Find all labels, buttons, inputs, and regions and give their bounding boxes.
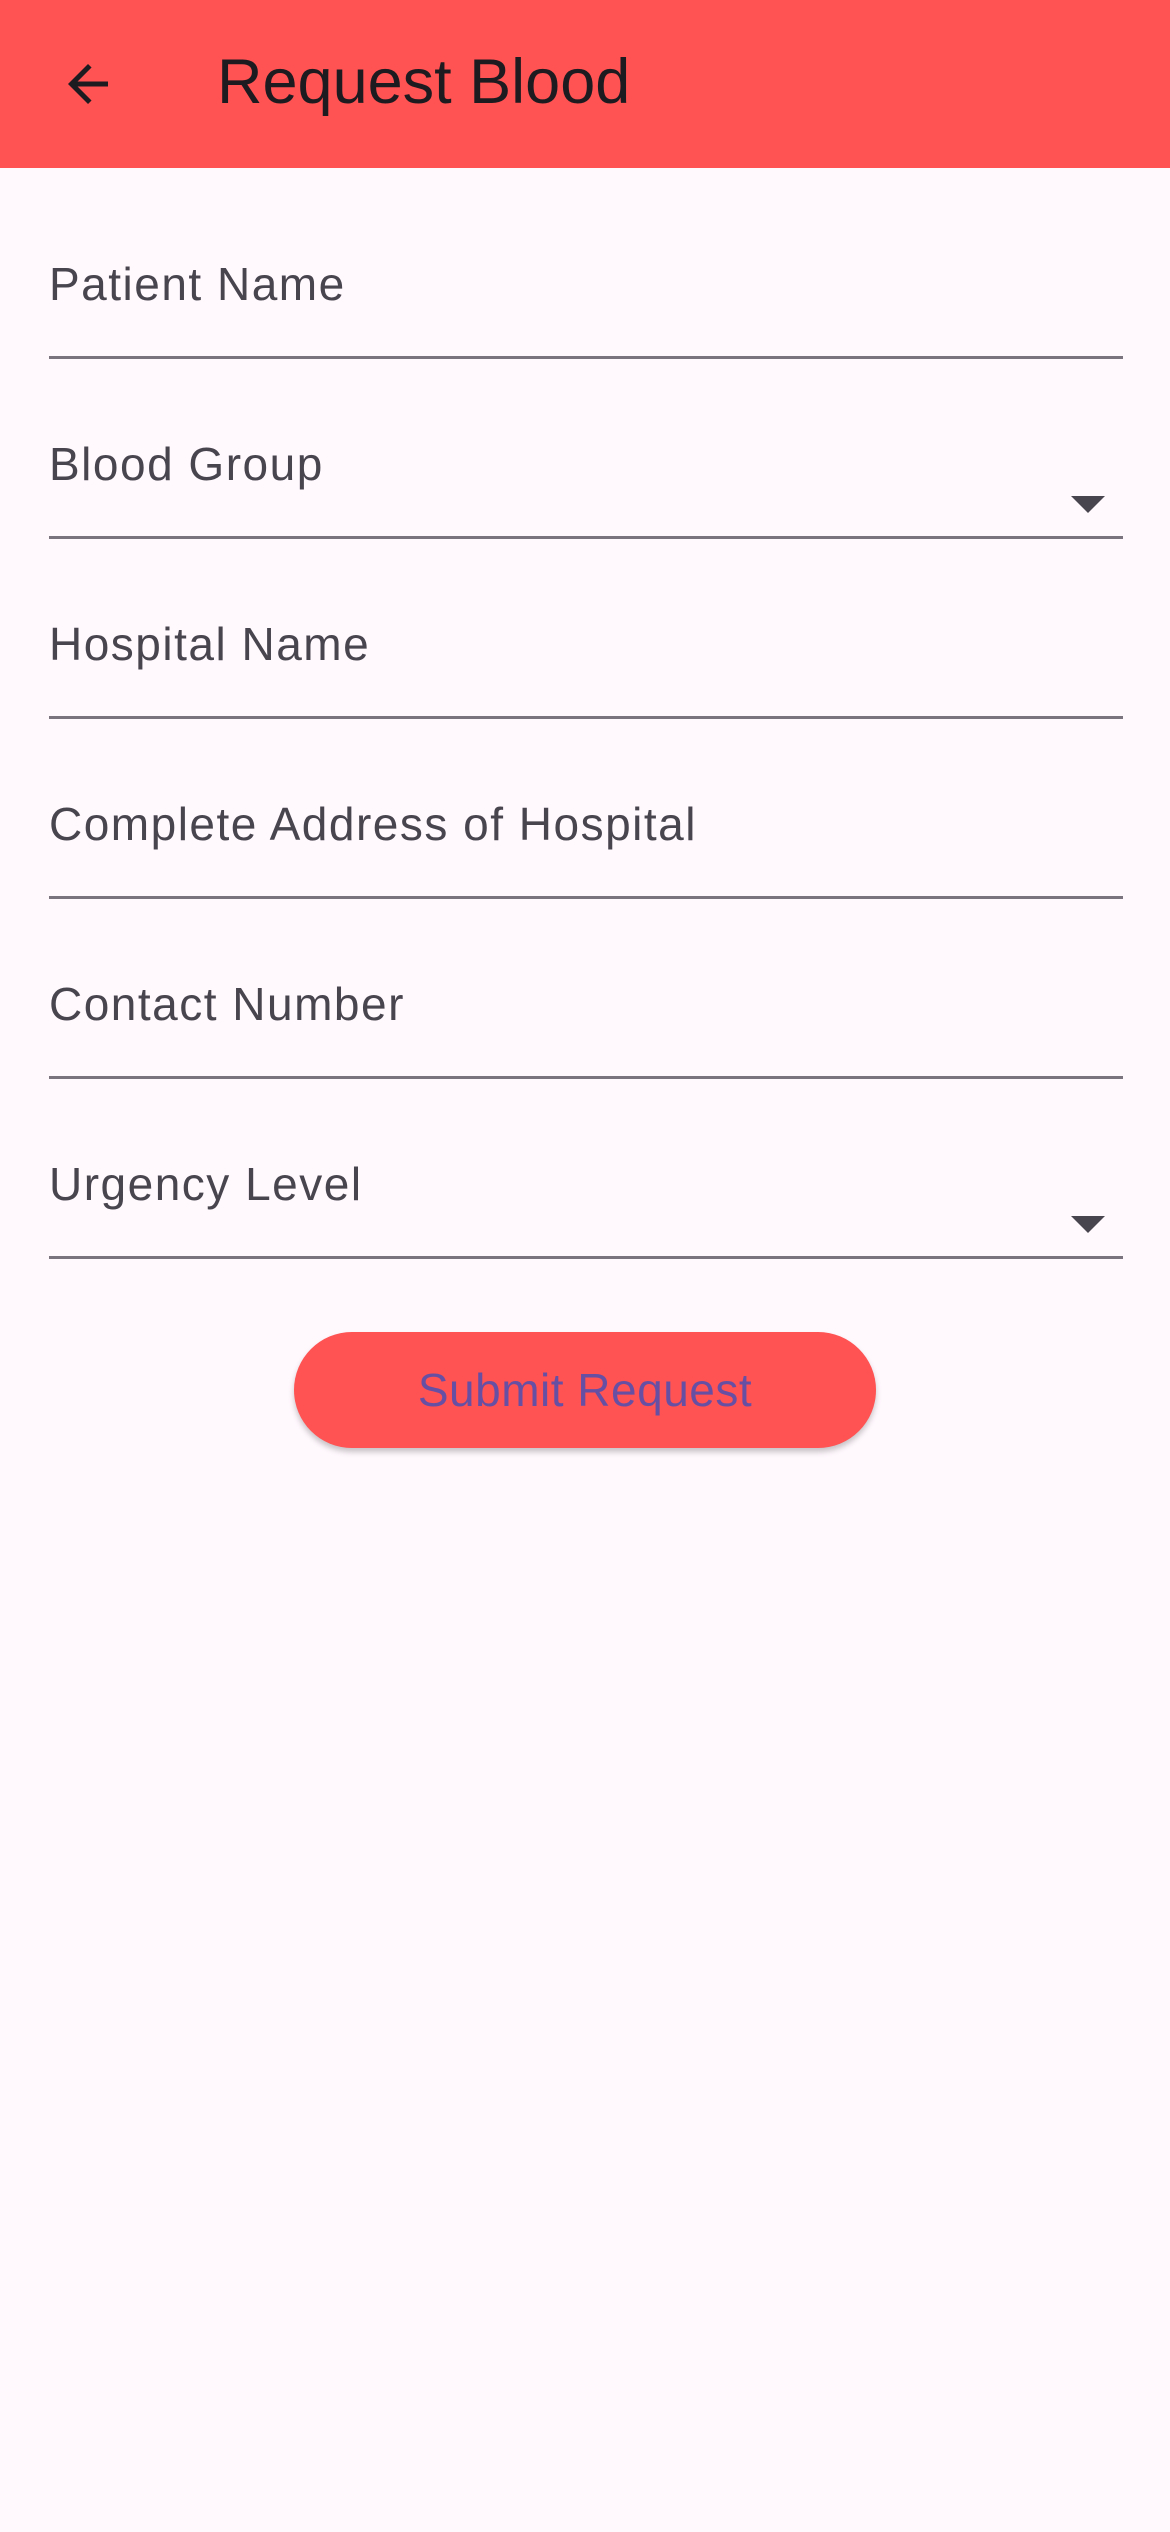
caret-down-icon bbox=[1071, 496, 1105, 513]
arrow-left-icon bbox=[68, 64, 108, 104]
blood-group-label: Blood Group bbox=[49, 438, 324, 490]
contact-number-field[interactable]: Contact Number bbox=[49, 888, 1123, 1079]
app-bar: Request Blood bbox=[0, 0, 1170, 168]
hospital-address-field[interactable]: Complete Address of Hospital bbox=[49, 708, 1123, 899]
caret-down-icon bbox=[1071, 1216, 1105, 1233]
patient-name-field[interactable]: Patient Name bbox=[49, 168, 1123, 359]
back-button[interactable] bbox=[40, 36, 136, 132]
urgency-level-label: Urgency Level bbox=[49, 1158, 363, 1210]
hospital-name-field[interactable]: Hospital Name bbox=[49, 528, 1123, 719]
blood-group-dropdown[interactable]: Blood Group bbox=[49, 348, 1123, 539]
submit-request-button[interactable]: Submit Request bbox=[294, 1332, 876, 1448]
page-title: Request Blood bbox=[217, 47, 631, 117]
urgency-level-underline bbox=[49, 1256, 1123, 1259]
urgency-level-dropdown[interactable]: Urgency Level bbox=[49, 1068, 1123, 1259]
